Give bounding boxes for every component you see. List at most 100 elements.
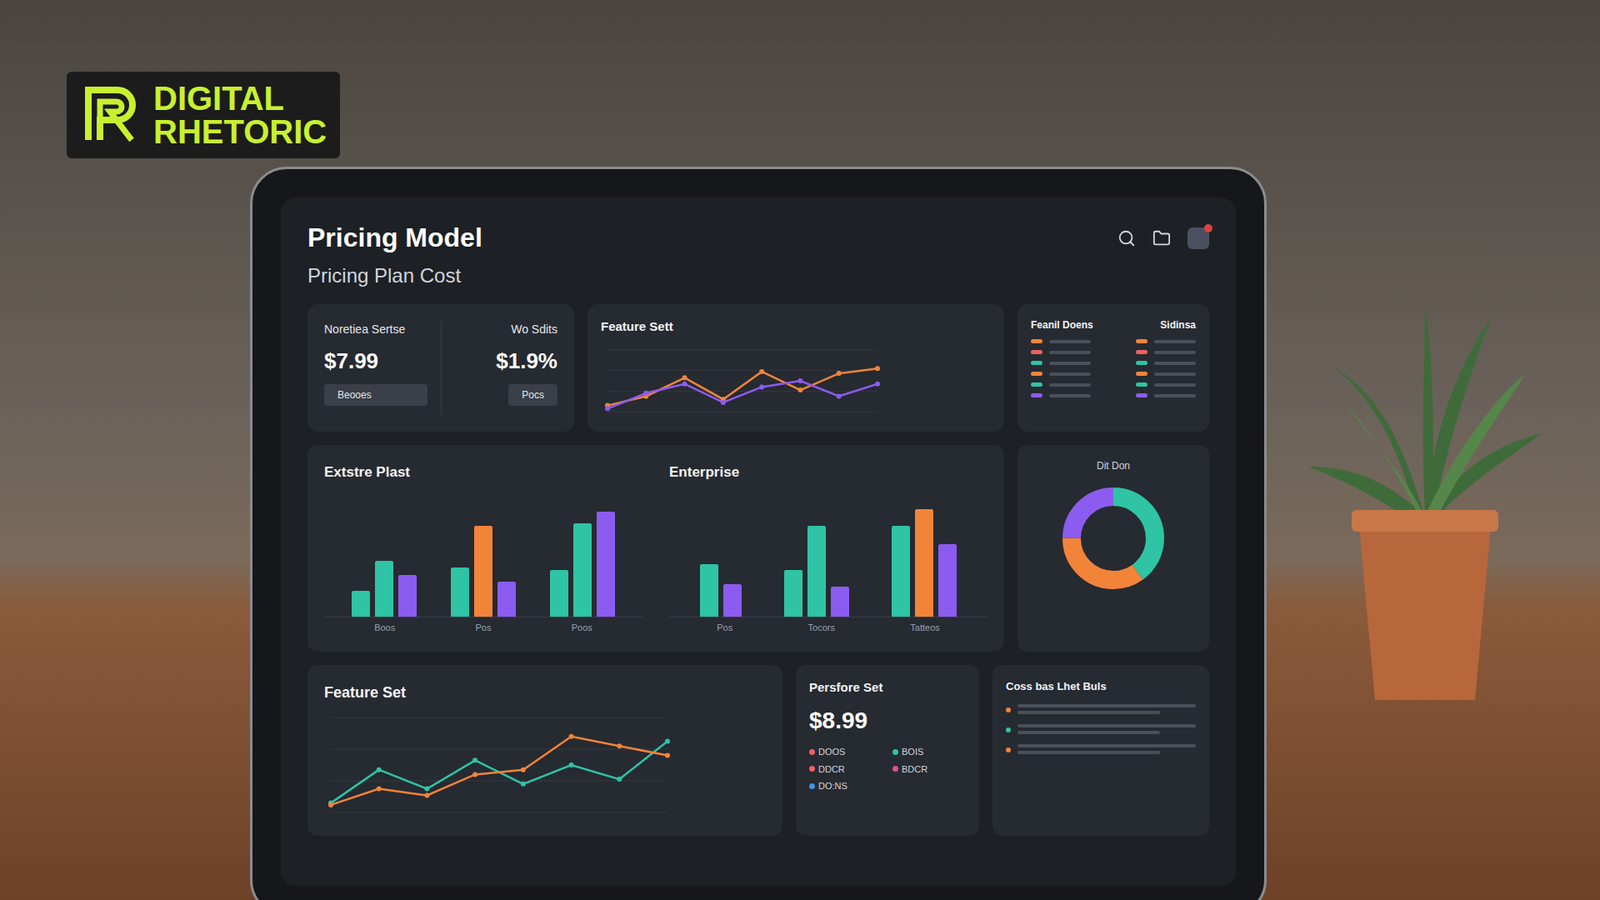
middle-row: Extstre PlastBoosPosPoosEnterprisePosToc… [307, 445, 1210, 652]
table-row [1030, 360, 1196, 365]
note-item [1005, 704, 1196, 715]
series-point [472, 757, 478, 763]
bar-labels: PosTocorsTatteos [669, 617, 988, 635]
table-row [1030, 393, 1196, 398]
bar-group [891, 509, 957, 617]
avatar[interactable] [1187, 227, 1210, 250]
series-point [424, 792, 430, 798]
note-bullet [1005, 727, 1011, 733]
price-label: Wo Sdits [510, 320, 558, 339]
price-value: $1.9% [495, 345, 558, 378]
logo-mark-icon [80, 81, 147, 149]
bar-label: Poos [571, 620, 593, 635]
series-point [643, 390, 649, 395]
price-button[interactable]: Pocs [508, 384, 558, 406]
bar [807, 525, 826, 617]
table-column: Sidinsa [1160, 317, 1196, 333]
note-bullet [1005, 707, 1011, 713]
legend-item: DOOS [809, 745, 883, 760]
bar [700, 564, 719, 617]
legend-dot [809, 783, 815, 790]
bar-chart: Extstre PlastBoosPosPoos [324, 461, 643, 635]
row-mark [1135, 382, 1148, 387]
bar-labels: BoosPosPoos [324, 617, 643, 635]
row-fill [1154, 350, 1196, 355]
price-button[interactable]: Beooes [324, 384, 428, 406]
row-mark [1030, 350, 1043, 355]
price-item: Noretiea Sertse$7.99Beooes [324, 320, 428, 415]
bar [915, 509, 934, 617]
bar [398, 575, 417, 617]
notification-dot [1204, 224, 1213, 233]
tablet-screen: Pricing ModelPricing Plan CostNoretiea S… [280, 197, 1236, 886]
row-mark [1135, 393, 1148, 398]
row-mark [1030, 339, 1043, 344]
grid-line [330, 716, 668, 718]
series-point [616, 743, 622, 749]
row-fill [1154, 394, 1196, 398]
series-point [759, 384, 765, 390]
note-line [1017, 724, 1196, 728]
series-point [472, 771, 478, 777]
row-fill [1154, 340, 1196, 344]
donut-segment [1071, 496, 1155, 580]
bar-group [351, 560, 417, 617]
note-lines [1017, 724, 1196, 735]
bar [723, 584, 742, 617]
page-subtitle: Pricing Plan Cost [307, 260, 483, 291]
note-line [1017, 710, 1160, 715]
row-fill [1049, 394, 1091, 398]
series-point [376, 766, 382, 772]
table-row [1030, 339, 1196, 344]
series-point [836, 393, 842, 399]
bar-label: Tatteos [910, 620, 940, 635]
chart-series [328, 733, 670, 807]
series-point [616, 776, 622, 782]
chart-series [605, 365, 880, 408]
scene: DIGITALRHETORIC Pricing ModelPricing Plan… [0, 0, 1600, 900]
bar-label: Pos [716, 620, 733, 635]
bar-label: Pos [475, 620, 492, 635]
table-row [1030, 382, 1196, 387]
grid-line [330, 811, 668, 813]
row-mark [1135, 360, 1148, 365]
table-row [1030, 371, 1196, 376]
series-point [569, 733, 575, 739]
logo-line: DIGITAL [153, 81, 327, 115]
card-title: Persfore Set [809, 678, 966, 698]
series-point [875, 380, 880, 386]
plant [1300, 266, 1550, 734]
legend-item: BOIS [892, 745, 966, 760]
series-point [520, 780, 526, 786]
series-point [569, 762, 575, 768]
table-column: Feanil Doens [1030, 317, 1094, 333]
grid-line [607, 349, 878, 350]
notes-card: Coss bas Lhet Buls [992, 665, 1210, 836]
folder-icon[interactable] [1152, 229, 1171, 248]
row-mark [1135, 371, 1148, 376]
logo-text: DIGITALRHETORIC [153, 81, 327, 149]
series-point [836, 370, 842, 376]
bar-group [550, 511, 615, 617]
page-title: Pricing Model [307, 217, 483, 258]
series-point [424, 785, 430, 791]
note-item [1005, 744, 1196, 755]
table-row [1030, 350, 1196, 355]
series-line [330, 735, 668, 805]
note-lines [1017, 704, 1196, 715]
series-point [376, 785, 382, 791]
search-icon[interactable] [1117, 229, 1136, 248]
note-line [1017, 744, 1196, 748]
card-title: Feature Sett [600, 317, 991, 337]
row-fill [1154, 361, 1196, 365]
price-value: $7.99 [324, 345, 428, 378]
row-fill [1154, 372, 1196, 376]
note-line [1017, 750, 1160, 755]
row-fill [1049, 350, 1091, 355]
grid-line [607, 410, 878, 412]
logo-line: RHETORIC [153, 115, 327, 149]
row-mark [1030, 393, 1043, 398]
header: Pricing ModelPricing Plan Cost [307, 217, 1210, 291]
series-point [682, 380, 688, 386]
series-line [607, 368, 878, 405]
